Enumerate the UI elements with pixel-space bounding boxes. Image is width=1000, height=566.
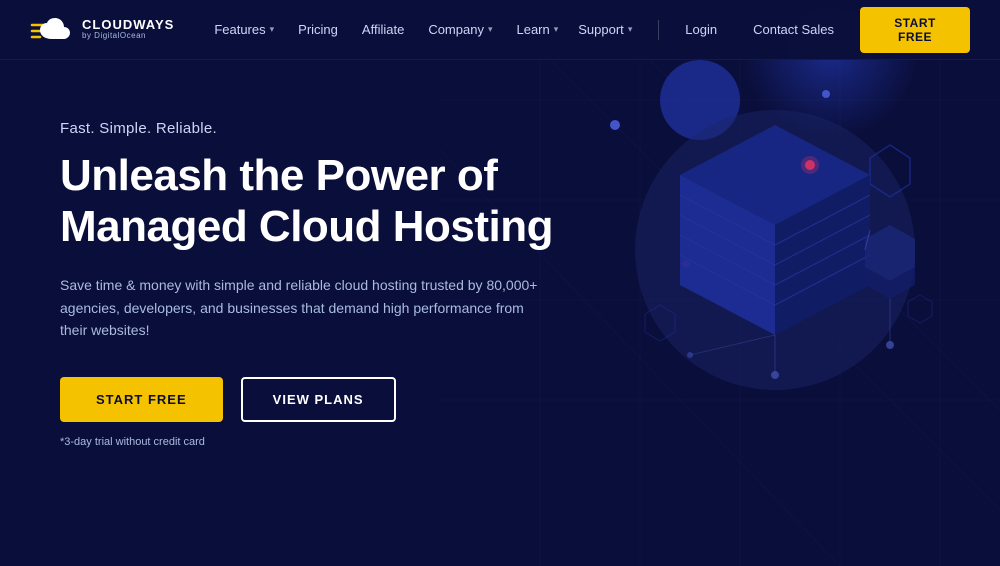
trial-note: *3-day trial without credit card xyxy=(60,436,600,448)
nav-affiliate-label: Affiliate xyxy=(362,22,404,37)
hero-view-plans-button[interactable]: VIEW PLANS xyxy=(241,377,396,422)
hero-buttons: START FREE VIEW PLANS xyxy=(60,377,600,422)
hero-heading-line2: Managed Cloud Hosting xyxy=(60,202,553,251)
nav-company-chevron: ▾ xyxy=(488,24,493,35)
hero-heading-line1: Unleash the Power of xyxy=(60,151,497,200)
nav-login[interactable]: Login xyxy=(675,14,727,45)
nav-company[interactable]: Company ▾ xyxy=(418,14,502,45)
nav-contact-sales[interactable]: Contact Sales xyxy=(743,14,844,45)
nav-pricing-label: Pricing xyxy=(298,22,338,37)
nav-contact-sales-label: Contact Sales xyxy=(753,22,834,37)
server-illustration xyxy=(610,65,940,435)
brand-sub: by DigitalOcean xyxy=(82,32,174,41)
nav-support-label: Support xyxy=(578,22,624,37)
hero-heading: Unleash the Power of Managed Cloud Hosti… xyxy=(60,151,600,252)
hero-subtext: Save time & money with simple and reliab… xyxy=(60,274,540,341)
nav-pricing[interactable]: Pricing xyxy=(288,14,348,45)
nav-divider xyxy=(658,20,659,40)
nav-learn-chevron: ▾ xyxy=(554,24,559,35)
navbar: CLOUDWAYS by DigitalOcean Features ▾ Pri… xyxy=(0,0,1000,60)
nav-support-chevron: ▾ xyxy=(628,24,633,35)
nav-support[interactable]: Support ▾ xyxy=(568,14,642,45)
nav-left: Features ▾ Pricing Affiliate Company ▾ L… xyxy=(204,14,568,45)
nav-features-label: Features xyxy=(214,22,265,37)
nav-right: Support ▾ Login Contact Sales START FREE xyxy=(568,7,970,53)
nav-features-chevron: ▾ xyxy=(270,24,275,35)
nav-login-label: Login xyxy=(685,22,717,37)
nav-features[interactable]: Features ▾ xyxy=(204,14,284,45)
nav-affiliate[interactable]: Affiliate xyxy=(352,14,414,45)
hero-tagline: Fast. Simple. Reliable. xyxy=(60,120,600,137)
nav-company-label: Company xyxy=(428,22,484,37)
hero-start-free-button[interactable]: START FREE xyxy=(60,377,223,422)
hero-section: Fast. Simple. Reliable. Unleash the Powe… xyxy=(0,60,640,448)
logo-icon xyxy=(30,13,74,47)
logo[interactable]: CLOUDWAYS by DigitalOcean xyxy=(30,13,174,47)
nav-learn[interactable]: Learn ▾ xyxy=(506,14,568,45)
nav-learn-label: Learn xyxy=(516,22,549,37)
brand-name: CLOUDWAYS xyxy=(82,18,174,32)
nav-start-free-button[interactable]: START FREE xyxy=(860,7,970,53)
